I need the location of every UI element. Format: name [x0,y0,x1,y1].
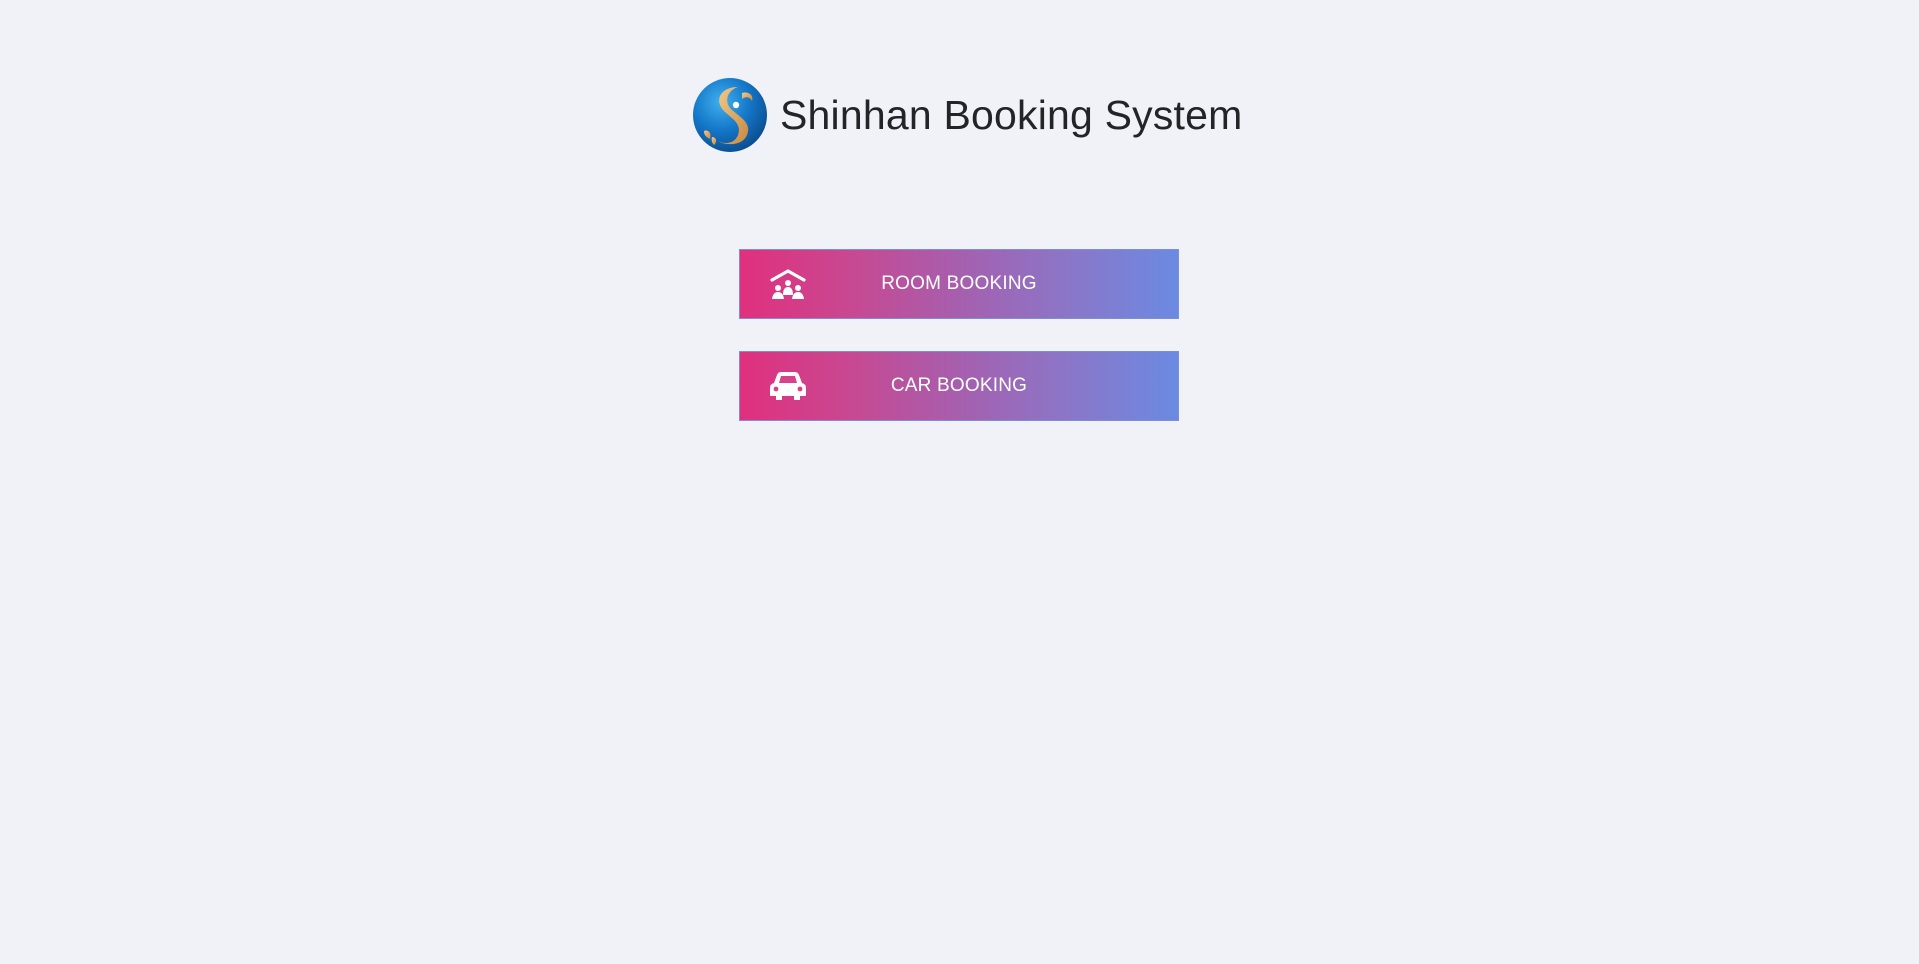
shinhan-logo-icon [693,78,767,152]
car-icon [770,372,806,400]
meeting-room-icon [770,269,806,299]
app-title: Shinhan Booking System [780,91,1243,138]
car-booking-button[interactable]: CAR BOOKING [739,351,1179,421]
app-header: Shinhan Booking System [692,77,1243,153]
room-booking-button[interactable]: ROOM BOOKING [739,249,1179,319]
